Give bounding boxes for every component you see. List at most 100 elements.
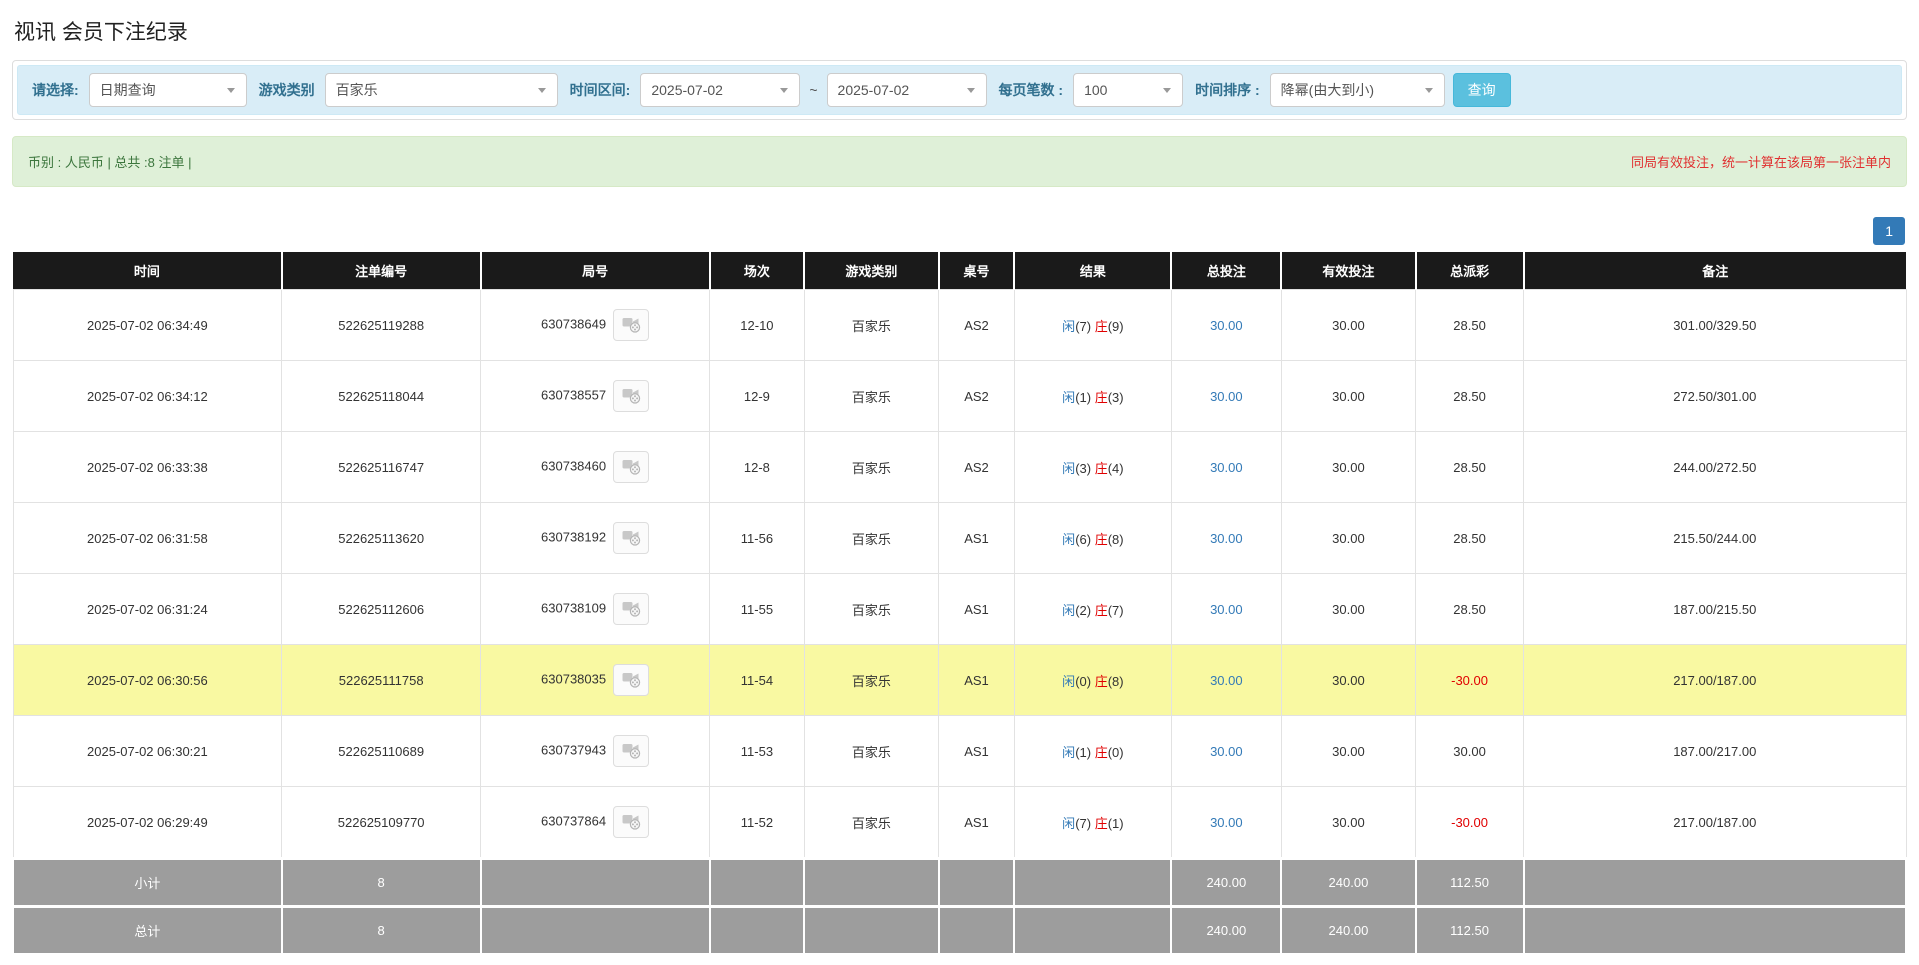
sort-order-label: 时间排序 :	[1191, 80, 1262, 100]
player-result-label: 闲	[1062, 745, 1075, 760]
cell-round-id: 630738192	[481, 503, 710, 574]
cell-game-type: 百家乐	[804, 645, 938, 716]
page-size-label: 每页笔数 :	[995, 80, 1066, 100]
game-type-label: 游戏类别	[255, 80, 317, 100]
chevron-down-icon	[538, 88, 546, 93]
cell-table-no: AS2	[939, 361, 1015, 432]
cell-bet-id: 522625109770	[282, 787, 481, 859]
banker-result-score: (1)	[1108, 816, 1124, 831]
video-replay-icon	[621, 811, 641, 833]
date-to-select[interactable]: 2025-07-02	[827, 73, 987, 107]
player-result-label: 闲	[1062, 532, 1075, 547]
cell-bet-id: 522625116747	[282, 432, 481, 503]
cell-game-type: 百家乐	[804, 432, 938, 503]
cell-total-bet: 30.00	[1171, 503, 1281, 574]
footer-remark	[1524, 907, 1906, 955]
banker-result-label: 庄	[1095, 461, 1108, 476]
cell-payout: 28.50	[1416, 290, 1524, 361]
banker-result-score: (0)	[1108, 745, 1124, 760]
video-replay-button[interactable]	[613, 664, 649, 696]
round-id: 630738035	[541, 671, 606, 686]
cell-game-type: 百家乐	[804, 787, 938, 859]
video-replay-button[interactable]	[613, 451, 649, 483]
chevron-down-icon	[1425, 88, 1433, 93]
total-bet-link[interactable]: 30.00	[1210, 389, 1243, 404]
round-id: 630738460	[541, 458, 606, 473]
cell-remark: 301.00/329.50	[1524, 290, 1906, 361]
cell-time: 2025-07-02 06:29:49	[13, 787, 282, 859]
game-type-select[interactable]: 百家乐	[325, 73, 558, 107]
player-result-label: 闲	[1062, 319, 1075, 334]
cell-game-type: 百家乐	[804, 574, 938, 645]
chevron-down-icon	[227, 88, 235, 93]
col-table-no: 桌号	[939, 252, 1015, 290]
cell-game-type: 百家乐	[804, 503, 938, 574]
cell-payout: 28.50	[1416, 432, 1524, 503]
banker-result-score: (8)	[1108, 674, 1124, 689]
cell-time: 2025-07-02 06:31:24	[13, 574, 282, 645]
col-bet-id: 注单编号	[282, 252, 481, 290]
cell-round-id: 630737943	[481, 716, 710, 787]
banker-result-label: 庄	[1095, 816, 1108, 831]
player-result-score: (2)	[1075, 603, 1091, 618]
total-bet-link[interactable]: 30.00	[1210, 531, 1243, 546]
cell-valid-bet: 30.00	[1281, 290, 1415, 361]
page-title: 视讯 会员下注纪录	[14, 16, 1907, 46]
footer-payout: 112.50	[1416, 859, 1524, 907]
total-bet-link[interactable]: 30.00	[1210, 460, 1243, 475]
page-size-select[interactable]: 100	[1073, 73, 1183, 107]
banker-result-score: (9)	[1108, 319, 1124, 334]
cell-payout: 28.50	[1416, 361, 1524, 432]
cell-round-id: 630738649	[481, 290, 710, 361]
total-bet-link[interactable]: 30.00	[1210, 673, 1243, 688]
cell-round-id: 630738557	[481, 361, 710, 432]
date-from-select[interactable]: 2025-07-02	[640, 73, 800, 107]
video-replay-icon	[621, 527, 641, 549]
cell-total-bet: 30.00	[1171, 432, 1281, 503]
col-payout: 总派彩	[1416, 252, 1524, 290]
search-button[interactable]: 查询	[1453, 73, 1511, 107]
footer-payout: 112.50	[1416, 907, 1524, 955]
cell-valid-bet: 30.00	[1281, 716, 1415, 787]
video-replay-button[interactable]	[613, 522, 649, 554]
cell-result: 闲(7) 庄(9)	[1014, 290, 1171, 361]
cell-total-bet: 30.00	[1171, 361, 1281, 432]
banker-result-score: (7)	[1108, 603, 1124, 618]
cell-remark: 187.00/217.00	[1524, 716, 1906, 787]
banker-result-label: 庄	[1095, 390, 1108, 405]
col-valid-bet: 有效投注	[1281, 252, 1415, 290]
cell-table-no: AS2	[939, 290, 1015, 361]
cell-session: 12-10	[710, 290, 805, 361]
video-replay-icon	[621, 740, 641, 762]
pagination: 1	[12, 217, 1907, 245]
video-replay-icon	[621, 669, 641, 691]
table-row: 2025-07-02 06:30:21522625110689630737943…	[13, 716, 1906, 787]
cell-remark: 272.50/301.00	[1524, 361, 1906, 432]
table-row: 2025-07-02 06:31:58522625113620630738192…	[13, 503, 1906, 574]
player-result-score: (6)	[1075, 532, 1091, 547]
video-replay-button[interactable]	[613, 735, 649, 767]
sort-order-select[interactable]: 降幂(由大到小)	[1270, 73, 1445, 107]
total-bet-link[interactable]: 30.00	[1210, 815, 1243, 830]
cell-bet-id: 522625112606	[282, 574, 481, 645]
table-row: 2025-07-02 06:31:24522625112606630738109…	[13, 574, 1906, 645]
banker-result-score: (4)	[1108, 461, 1124, 476]
cell-valid-bet: 30.00	[1281, 503, 1415, 574]
banker-result-score: (3)	[1108, 390, 1124, 405]
chevron-down-icon	[967, 88, 975, 93]
total-bet-link[interactable]: 30.00	[1210, 602, 1243, 617]
video-replay-button[interactable]	[613, 806, 649, 838]
game-type-value: 百家乐	[326, 80, 534, 100]
video-replay-button[interactable]	[613, 593, 649, 625]
cell-result: 闲(3) 庄(4)	[1014, 432, 1171, 503]
cell-payout: -30.00	[1416, 645, 1524, 716]
total-bet-link[interactable]: 30.00	[1210, 318, 1243, 333]
pagination-page-1[interactable]: 1	[1873, 217, 1905, 245]
table-row: 2025-07-02 06:34:49522625119288630738649…	[13, 290, 1906, 361]
video-replay-button[interactable]	[613, 309, 649, 341]
player-result-score: (1)	[1075, 745, 1091, 760]
cell-round-id: 630738460	[481, 432, 710, 503]
video-replay-button[interactable]	[613, 380, 649, 412]
date-type-select[interactable]: 日期查询	[89, 73, 247, 107]
total-bet-link[interactable]: 30.00	[1210, 744, 1243, 759]
